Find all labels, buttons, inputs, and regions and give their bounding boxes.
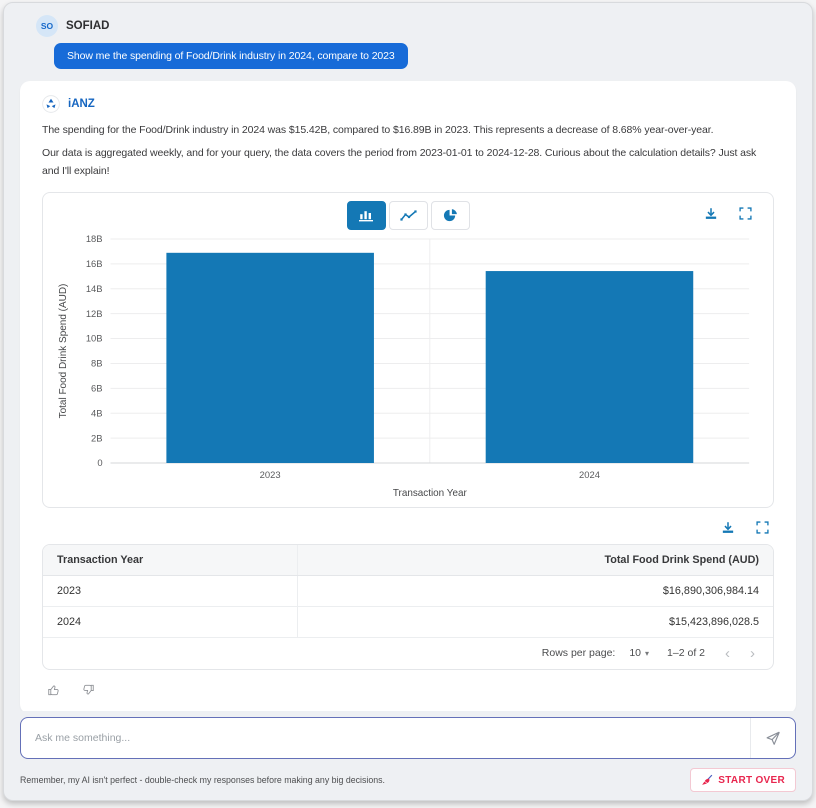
bar-chart-button[interactable]: [347, 201, 386, 230]
svg-text:6B: 6B: [91, 383, 103, 394]
chart-download-button[interactable]: [701, 204, 721, 224]
pagination-range: 1–2 of 2: [667, 647, 705, 659]
table-header-spend: Total Food Drink Spend (AUD): [298, 545, 773, 575]
assistant-logo-icon: [42, 95, 60, 113]
user-name: SOFIAD: [66, 20, 109, 32]
pie-chart-button[interactable]: [431, 201, 470, 230]
pagination-prev-button[interactable]: ‹: [723, 646, 732, 661]
fullscreen-icon: [738, 206, 753, 221]
message-input[interactable]: [21, 718, 750, 758]
table-actions: [42, 518, 772, 538]
svg-text:4B: 4B: [91, 408, 103, 419]
svg-text:2024: 2024: [579, 470, 600, 481]
chat-area: SO SOFIAD Show me the spending of Food/D…: [4, 3, 812, 711]
user-message-header: SO SOFIAD: [36, 15, 812, 37]
download-icon: [703, 206, 719, 222]
download-icon: [720, 520, 736, 536]
send-button[interactable]: [750, 718, 795, 758]
table-header-year: Transaction Year: [43, 545, 298, 575]
chart-toolbar: [53, 201, 763, 231]
assistant-paragraph-2: Our data is aggregated weekly, and for y…: [42, 145, 774, 180]
feedback-buttons: [44, 680, 774, 700]
svg-text:14B: 14B: [86, 284, 103, 295]
message-input-container: [20, 717, 796, 759]
disclaimer-text: Remember, my AI isn't perfect - double-c…: [20, 775, 385, 785]
rows-per-page-label: Rows per page:: [542, 647, 616, 659]
table-cell-spend: $15,423,896,028.5: [298, 607, 773, 637]
bar-chart: 0 2B 4B 6B 8B 10B 12B 14B 16B 18B 2023 2024 Transact…: [53, 231, 763, 503]
rows-per-page: Rows per page: 10 ▾: [542, 647, 649, 659]
fullscreen-icon: [755, 520, 770, 535]
svg-text:Total Food Drink Spend (AUD): Total Food Drink Spend (AUD): [58, 284, 69, 419]
svg-text:12B: 12B: [86, 309, 103, 320]
svg-text:0: 0: [97, 458, 102, 469]
table-row: 2024 $15,423,896,028.5: [43, 607, 773, 638]
chart-fullscreen-button[interactable]: [735, 204, 755, 224]
svg-text:8B: 8B: [91, 359, 103, 370]
pagination-next-button[interactable]: ›: [748, 646, 757, 661]
chat-window: SO SOFIAD Show me the spending of Food/D…: [3, 2, 813, 801]
broom-icon: [701, 774, 713, 786]
svg-text:2B: 2B: [91, 433, 103, 444]
thumbs-up-button[interactable]: [44, 680, 64, 700]
user-message-bubble: Show me the spending of Food/Drink indus…: [54, 43, 408, 69]
assistant-name: iANZ: [68, 98, 95, 110]
chart-type-switcher: [347, 201, 470, 230]
chevron-down-icon: ▾: [645, 649, 649, 658]
assistant-header: iANZ: [42, 95, 774, 113]
table-fullscreen-button[interactable]: [752, 518, 772, 538]
thumbs-down-button[interactable]: [78, 680, 98, 700]
table-download-button[interactable]: [718, 518, 738, 538]
line-chart-icon: [400, 209, 417, 222]
svg-text:18B: 18B: [86, 234, 103, 245]
user-avatar: SO: [36, 15, 58, 37]
svg-text:10B: 10B: [86, 334, 103, 345]
assistant-paragraph-1: The spending for the Food/Drink industry…: [42, 122, 774, 139]
line-chart-button[interactable]: [389, 201, 428, 230]
composer: [4, 711, 812, 759]
table-header-row: Transaction Year Total Food Drink Spend …: [43, 545, 773, 576]
thumbs-down-icon: [81, 683, 95, 697]
pie-chart-icon: [443, 208, 458, 223]
thumbs-up-icon: [47, 683, 61, 697]
svg-text:Transaction Year: Transaction Year: [393, 488, 468, 499]
svg-text:16B: 16B: [86, 259, 103, 270]
chart-panel: 0 2B 4B 6B 8B 10B 12B 14B 16B 18B 2023 2024 Transact…: [42, 192, 774, 508]
rows-per-page-select[interactable]: 10 ▾: [629, 647, 649, 659]
svg-text:2023: 2023: [260, 470, 281, 481]
footer: Remember, my AI isn't perfect - double-c…: [20, 768, 796, 792]
table-cell-spend: $16,890,306,984.14: [298, 576, 773, 606]
assistant-response-card: iANZ The spending for the Food/Drink ind…: [20, 81, 796, 711]
table-cell-year: 2024: [43, 607, 298, 637]
table-cell-year: 2023: [43, 576, 298, 606]
bar-chart-icon: [358, 209, 374, 222]
start-over-label: START OVER: [718, 775, 785, 786]
chart-actions: [701, 204, 755, 224]
send-icon: [764, 729, 782, 747]
table-row: 2023 $16,890,306,984.14: [43, 576, 773, 607]
start-over-button[interactable]: START OVER: [690, 768, 796, 792]
table-pagination: Rows per page: 10 ▾ 1–2 of 2 ‹ ›: [43, 638, 773, 669]
results-table: Transaction Year Total Food Drink Spend …: [42, 544, 774, 670]
